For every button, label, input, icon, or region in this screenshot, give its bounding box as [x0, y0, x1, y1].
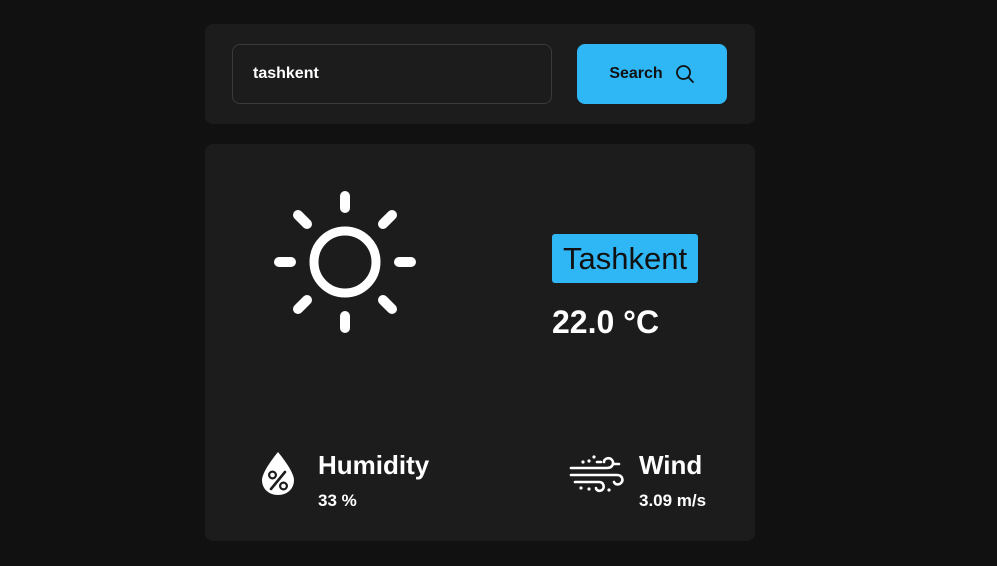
wind-title: Wind — [639, 450, 703, 480]
search-button[interactable]: Search — [577, 44, 727, 104]
wind-value: 3.09 m/s — [639, 491, 707, 510]
city-badge: Tashkent — [552, 234, 699, 283]
wind-icon — [569, 455, 624, 493]
search-input[interactable] — [232, 44, 552, 104]
temperature: 22.0 °C — [552, 304, 660, 340]
city-name: Tashkent — [563, 240, 688, 276]
search-icon — [675, 65, 694, 83]
sun-icon — [274, 191, 416, 333]
search-button-label: Search — [609, 65, 663, 82]
search-card: Search — [205, 24, 755, 124]
weather-card: Tashkent 22.0 °C Humidity 33 % Wind 3.09… — [205, 144, 755, 541]
humidity-title: Humidity — [318, 450, 430, 480]
humidity-icon — [262, 452, 294, 495]
humidity-value: 33 % — [318, 491, 357, 510]
